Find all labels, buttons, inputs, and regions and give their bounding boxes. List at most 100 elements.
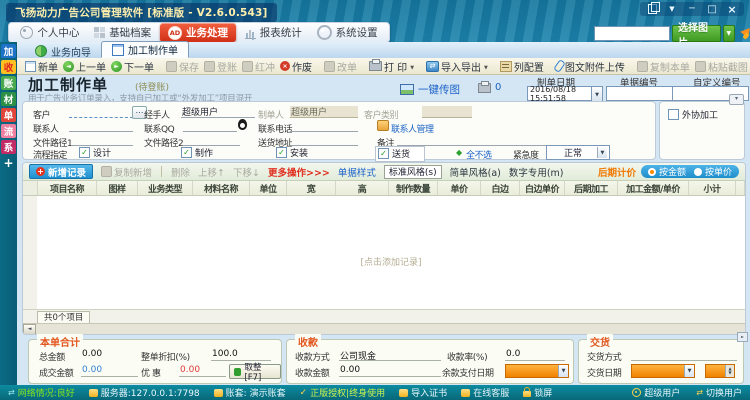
tab-business-wizard[interactable]: 业务向导 bbox=[25, 44, 101, 59]
close-icon[interactable] bbox=[726, 4, 738, 14]
post-button[interactable]: 登账 bbox=[204, 59, 237, 74]
qq-penguin-icon[interactable] bbox=[238, 119, 247, 130]
handler-field[interactable]: 超级用户 bbox=[181, 106, 255, 118]
ribbon-tab-archives[interactable]: 基础档案 bbox=[88, 24, 157, 41]
phone-field[interactable] bbox=[290, 120, 358, 132]
rail-item-add[interactable]: + bbox=[1, 156, 16, 170]
flow-check-design[interactable]: 设计 bbox=[79, 146, 111, 159]
image-path-input[interactable] bbox=[594, 26, 670, 41]
deal-field[interactable]: 0.00 bbox=[81, 365, 138, 377]
switch-user-button[interactable]: 切换用户 bbox=[696, 386, 742, 399]
rail-item-processing[interactable]: 加 bbox=[1, 44, 16, 58]
tab-processing-order[interactable]: 加工制作单 bbox=[101, 41, 189, 58]
column-header[interactable]: 单价 bbox=[438, 181, 481, 195]
column-header[interactable]: 白边单价 bbox=[520, 181, 565, 195]
prev-doc-button[interactable]: 上一单 bbox=[63, 59, 106, 74]
pick-image-button[interactable]: 选择图片 bbox=[672, 23, 721, 49]
move-up-button[interactable]: 上移↑ bbox=[198, 165, 225, 179]
favor-field[interactable]: 0.00 bbox=[179, 365, 226, 377]
column-header[interactable]: 小计 bbox=[689, 181, 736, 195]
file-path1-field[interactable] bbox=[71, 134, 133, 146]
delivery-method-field[interactable] bbox=[631, 349, 737, 361]
collapse-panel-icon[interactable] bbox=[729, 94, 744, 105]
rail-item-flow[interactable]: 流 bbox=[1, 124, 16, 138]
contact-field[interactable] bbox=[69, 120, 133, 132]
delete-row-button[interactable]: 删除 bbox=[171, 165, 190, 179]
minimize-icon[interactable] bbox=[686, 4, 698, 14]
maximize-icon[interactable] bbox=[706, 4, 718, 14]
pricing-by-amount-radio[interactable]: 按金额 bbox=[647, 165, 686, 178]
customer-field[interactable] bbox=[69, 106, 133, 118]
ribbon-tab-personal[interactable]: 个人中心 bbox=[14, 24, 85, 41]
column-header[interactable]: 加工金额/单价 bbox=[618, 181, 689, 195]
pay-amount-field[interactable]: 0.00 bbox=[339, 365, 441, 377]
next-doc-button[interactable]: 下一单 bbox=[111, 59, 154, 74]
void-button[interactable]: 作废 bbox=[280, 59, 312, 74]
column-header[interactable]: 制作数量 bbox=[389, 181, 438, 195]
qq-field[interactable] bbox=[183, 120, 237, 132]
import-export-button[interactable]: 导入导出 bbox=[426, 59, 488, 74]
screenshot-icon[interactable] bbox=[646, 2, 660, 14]
date-field[interactable]: 2016/08/18 15:51:58 bbox=[527, 85, 595, 103]
rail-item-accounts[interactable]: 账 bbox=[1, 76, 16, 90]
delivery-date-select[interactable] bbox=[631, 364, 695, 378]
balance-date-select[interactable] bbox=[505, 364, 569, 378]
file-path2-field[interactable] bbox=[183, 134, 240, 146]
rail-item-materials[interactable]: 材 bbox=[1, 92, 16, 106]
grid-body[interactable]: [点击添加记录] bbox=[23, 196, 745, 309]
import-cert-button[interactable]: 导入证书 bbox=[399, 386, 447, 399]
more-actions-link[interactable]: 更多操作>>> bbox=[268, 165, 330, 179]
ribbon-tab-settings[interactable]: 系统设置 bbox=[311, 24, 384, 41]
column-header[interactable]: 图样 bbox=[97, 181, 138, 195]
column-header[interactable]: 项目名称 bbox=[38, 181, 97, 195]
rail-item-documents[interactable]: 单 bbox=[1, 108, 16, 122]
copy-add-button[interactable]: 复制新增 bbox=[101, 165, 152, 179]
attachment-upload-button[interactable]: 图文附件上传 bbox=[553, 59, 625, 74]
rail-item-system[interactable]: 系 bbox=[1, 140, 16, 154]
urgency-select[interactable]: 正常 bbox=[546, 145, 610, 160]
style-simple-button[interactable]: 简单风格(a) bbox=[450, 165, 501, 179]
flow-check-install[interactable]: 安装 bbox=[276, 146, 308, 159]
add-record-button[interactable]: 新增记录 bbox=[29, 164, 94, 179]
lock-screen-button[interactable]: 锁屏 bbox=[523, 386, 552, 399]
discount-field[interactable]: 100.0 bbox=[211, 349, 271, 361]
expand-panel-icon[interactable] bbox=[737, 332, 748, 342]
copy-doc-button[interactable]: 复制本单 bbox=[636, 59, 690, 74]
column-header[interactable]: 单位 bbox=[250, 181, 287, 195]
pricing-by-unit-radio[interactable]: 按单价 bbox=[693, 165, 732, 178]
pay-method-field[interactable]: 公司现金 bbox=[339, 349, 441, 362]
modify-button[interactable]: 改单 bbox=[324, 59, 357, 74]
online-service-button[interactable]: 在线客服 bbox=[461, 386, 509, 399]
outsource-checkbox[interactable]: 外协加工 bbox=[668, 108, 718, 121]
print-button[interactable]: 打 印 bbox=[369, 59, 414, 74]
rail-item-receipt[interactable]: 收 bbox=[1, 60, 16, 74]
address-field[interactable] bbox=[290, 134, 358, 146]
column-header[interactable]: 后期加工 bbox=[565, 181, 618, 195]
new-doc-button[interactable]: 新单 bbox=[25, 59, 58, 74]
flow-check-make[interactable]: 制作 bbox=[181, 146, 213, 159]
one-key-upload-link[interactable]: 一键传图 bbox=[400, 82, 460, 97]
horizontal-scrollbar[interactable] bbox=[23, 323, 745, 334]
column-header[interactable]: 材料名称 bbox=[193, 181, 250, 195]
pick-image-dropdown-icon[interactable] bbox=[722, 25, 735, 42]
style-numeric-button[interactable]: 数字专用(m) bbox=[509, 165, 564, 179]
column-config-button[interactable]: 列配置 bbox=[499, 59, 544, 74]
current-user[interactable]: 超级用户 bbox=[632, 386, 680, 399]
doc-no-field[interactable] bbox=[606, 86, 674, 101]
column-header[interactable]: 高 bbox=[336, 181, 389, 195]
move-down-button[interactable]: 下移↓ bbox=[233, 165, 260, 179]
uncheck-all-link[interactable]: 全不选 bbox=[466, 148, 492, 161]
chevron-down-icon[interactable] bbox=[666, 4, 678, 14]
delivery-time-spinner[interactable] bbox=[705, 364, 735, 378]
ribbon-tab-reports[interactable]: 报表统计 bbox=[239, 24, 308, 41]
column-header[interactable]: 业务类型 bbox=[138, 181, 193, 195]
save-button[interactable]: 保存 bbox=[166, 59, 199, 74]
paste-screenshot-button[interactable]: 粘贴截图 bbox=[694, 59, 748, 74]
empty-grid-hint[interactable]: [点击添加记录] bbox=[37, 255, 745, 268]
column-header[interactable]: 宽 bbox=[287, 181, 336, 195]
ribbon-tab-business[interactable]: AD 业务处理 bbox=[159, 23, 236, 42]
scroll-left-icon[interactable] bbox=[23, 323, 36, 334]
style-standard-button[interactable]: 标准风格(s) bbox=[383, 164, 442, 179]
round-button[interactable]: 取整[F7] bbox=[229, 363, 281, 383]
flow-check-deliver[interactable]: 送货 bbox=[375, 146, 426, 162]
